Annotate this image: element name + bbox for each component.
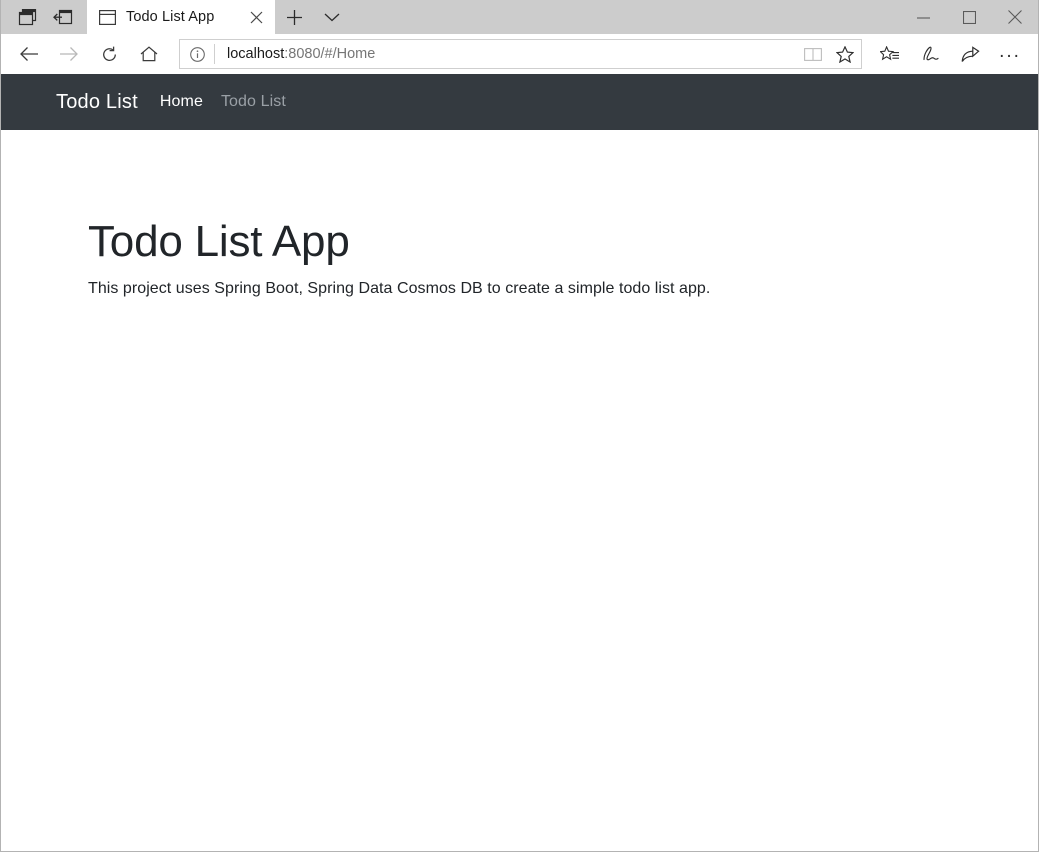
forward-button[interactable] bbox=[49, 37, 89, 71]
browser-window: Todo List App bbox=[0, 0, 1039, 852]
page-icon bbox=[99, 9, 116, 26]
page-description: This project uses Spring Boot, Spring Da… bbox=[88, 280, 1038, 298]
arrow-left-icon bbox=[19, 46, 39, 62]
star-list-icon bbox=[880, 46, 900, 63]
close-icon bbox=[1008, 10, 1022, 24]
web-note-button[interactable] bbox=[910, 37, 950, 71]
maximize-icon bbox=[963, 11, 976, 24]
address-bar[interactable]: localhost:8080/#/Home bbox=[179, 39, 862, 69]
browser-tab[interactable]: Todo List App bbox=[87, 0, 275, 34]
new-tab-button[interactable] bbox=[275, 0, 313, 34]
minimize-button[interactable] bbox=[900, 0, 946, 34]
url-host: localhost bbox=[227, 46, 284, 62]
nav-link-todo-list[interactable]: Todo List bbox=[221, 93, 286, 111]
tabs-aside-icon bbox=[53, 9, 73, 26]
url-text[interactable]: localhost:8080/#/Home bbox=[215, 46, 797, 62]
info-icon[interactable] bbox=[180, 40, 214, 68]
page-viewport: Todo List Home Todo List Todo List App T… bbox=[1, 74, 1038, 851]
home-button[interactable] bbox=[129, 37, 169, 71]
reading-view-button[interactable] bbox=[797, 40, 829, 68]
share-button[interactable] bbox=[950, 37, 990, 71]
arrow-right-icon bbox=[59, 46, 79, 62]
navbar-links: Home Todo List bbox=[160, 93, 304, 111]
tabstrip-left-buttons bbox=[1, 0, 87, 34]
hub-button[interactable] bbox=[870, 37, 910, 71]
nav-link-home[interactable]: Home bbox=[160, 93, 203, 111]
navbar-brand[interactable]: Todo List bbox=[56, 91, 138, 114]
tab-strip: Todo List App bbox=[1, 0, 1038, 34]
page-title: Todo List App bbox=[88, 218, 1038, 266]
share-icon bbox=[961, 46, 980, 63]
set-tabs-aside-button[interactable] bbox=[45, 2, 81, 32]
home-icon bbox=[140, 46, 158, 62]
site-navbar: Todo List Home Todo List bbox=[1, 74, 1038, 130]
stacked-windows-icon bbox=[18, 9, 37, 26]
tab-preview-button[interactable] bbox=[9, 2, 45, 32]
pen-icon bbox=[921, 46, 940, 63]
tab-menu-button[interactable] bbox=[313, 0, 351, 34]
star-icon bbox=[836, 46, 854, 63]
refresh-icon bbox=[101, 46, 118, 63]
settings-more-button[interactable]: ... bbox=[990, 37, 1030, 71]
ellipsis-icon: ... bbox=[999, 42, 1021, 67]
page-content: Todo List App This project uses Spring B… bbox=[1, 130, 1038, 298]
chevron-down-icon bbox=[324, 12, 340, 22]
url-path: :8080/#/Home bbox=[284, 46, 375, 62]
minimize-icon bbox=[917, 13, 930, 22]
window-controls bbox=[900, 0, 1038, 34]
close-button[interactable] bbox=[992, 0, 1038, 34]
add-favorite-button[interactable] bbox=[829, 40, 861, 68]
tab-title: Todo List App bbox=[126, 9, 243, 25]
back-button[interactable] bbox=[9, 37, 49, 71]
browser-toolbar: localhost:8080/#/Home bbox=[1, 34, 1038, 74]
tab-close-button[interactable] bbox=[243, 4, 269, 30]
plus-icon bbox=[286, 9, 303, 26]
refresh-button[interactable] bbox=[89, 37, 129, 71]
book-icon bbox=[804, 47, 822, 62]
maximize-button[interactable] bbox=[946, 0, 992, 34]
